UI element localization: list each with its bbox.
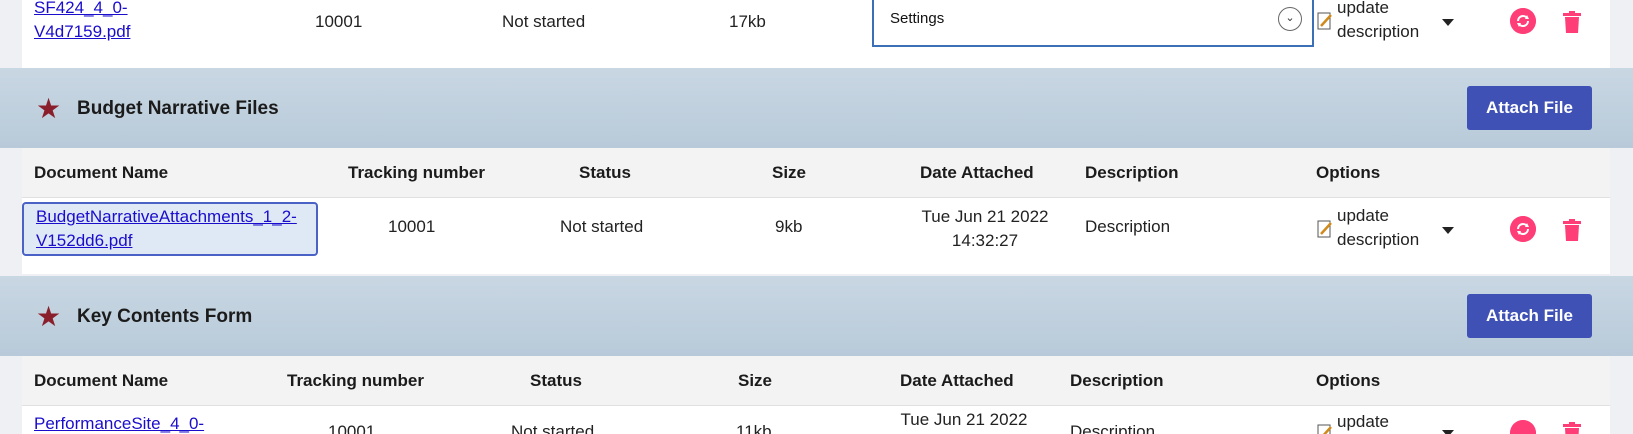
document-link-line1: BudgetNarrativeAttachments_1_2- — [36, 207, 297, 226]
option-label-line1: update — [1337, 206, 1389, 225]
column-header-tracking-number[interactable]: Tracking number — [287, 371, 424, 391]
column-header-size[interactable]: Size — [772, 163, 806, 183]
file-size: 11kb — [736, 422, 772, 434]
column-header-description[interactable]: Description — [1070, 371, 1164, 391]
document-link[interactable]: SF424_4_0- V4d7159.pdf — [34, 0, 130, 44]
edit-icon — [1317, 220, 1332, 238]
file-size: 17kb — [729, 12, 766, 31]
update-description-option[interactable]: update description — [1337, 204, 1419, 252]
status-text: Not started — [511, 422, 595, 434]
update-description-option[interactable]: update — [1337, 410, 1389, 434]
column-header-options: Options — [1316, 371, 1381, 390]
column-header-size[interactable]: Size — [738, 371, 772, 391]
column-header-status[interactable]: Status — [530, 371, 582, 391]
description-select[interactable]: Settings ⌄ — [872, 0, 1314, 47]
required-star-icon: ★ — [36, 93, 62, 124]
refresh-icon[interactable] — [1510, 216, 1536, 242]
document-link-line1: SF424_4_0- — [34, 0, 128, 17]
refresh-icon[interactable] — [1510, 420, 1536, 434]
date-line2: 14:32:27 — [951, 231, 1019, 250]
section-header-key-contents: ★ Key Contents Form Attach File — [0, 276, 1633, 356]
column-header-status[interactable]: Status — [579, 163, 631, 183]
column-header-options: Options — [1316, 163, 1381, 182]
trash-icon[interactable] — [1563, 219, 1581, 241]
column-header-date-attached[interactable]: Date Attached — [920, 163, 1034, 183]
tracking-number: 10001 — [388, 217, 436, 236]
attach-file-button[interactable]: Attach File — [1467, 86, 1592, 130]
option-label-line2: description — [1337, 230, 1420, 249]
date-attached: Tue Jun 21 2022 14:32:27 — [910, 205, 1060, 253]
table-row: BudgetNarrativeAttachments_1_2- V152dd6.… — [22, 198, 1610, 274]
status-text: Not started — [502, 12, 586, 31]
column-header-tracking-number[interactable]: Tracking number — [348, 163, 485, 183]
document-link-line2: V4d7159.pdf — [34, 22, 131, 41]
update-description-option[interactable]: update description — [1337, 0, 1419, 44]
description-text: Description — [1085, 217, 1171, 236]
column-header-document-name[interactable]: Document Name — [34, 163, 168, 183]
date-attached: Tue Jun 21 2022 — [900, 410, 1028, 429]
caret-down-icon[interactable] — [1442, 227, 1454, 234]
caret-down-icon[interactable] — [1442, 19, 1454, 26]
table-row: SF424_4_0- V4d7159.pdf 10001 Not started… — [22, 0, 1610, 68]
section-header-budget: ★ Budget Narrative Files Attach File — [0, 68, 1633, 148]
option-label-line2: description — [1337, 22, 1420, 41]
date-line1: Tue Jun 21 2022 — [921, 207, 1049, 226]
attach-file-button[interactable]: Attach File — [1467, 294, 1592, 338]
description-text: Description — [1070, 422, 1156, 434]
column-header-document-name[interactable]: Document Name — [34, 371, 168, 391]
caret-down-icon[interactable] — [1442, 430, 1454, 434]
column-header-description[interactable]: Description — [1085, 163, 1179, 183]
column-header-date-attached[interactable]: Date Attached — [900, 371, 1014, 391]
table-header: Document Name Tracking number Status Siz… — [22, 356, 1610, 406]
table-header: Document Name Tracking number Status Siz… — [22, 148, 1610, 198]
document-link[interactable]: PerformanceSite_4_0- — [34, 412, 204, 434]
edit-icon — [1317, 424, 1332, 434]
required-star-icon: ★ — [36, 301, 62, 332]
status-text: Not started — [560, 217, 644, 236]
trash-icon[interactable] — [1563, 422, 1581, 434]
section-title: Budget Narrative Files — [77, 98, 279, 119]
section-title: Key Contents Form — [77, 306, 253, 327]
tracking-number: 10001 — [315, 12, 363, 31]
table-row: PerformanceSite_4_0- 10001 Not started 1… — [22, 406, 1610, 434]
description-select-value: Settings — [890, 10, 945, 27]
chevron-down-icon[interactable]: ⌄ — [1278, 7, 1302, 31]
file-size: 9kb — [775, 217, 803, 236]
tracking-number: 10001 — [328, 422, 376, 434]
document-link[interactable]: BudgetNarrativeAttachments_1_2- V152dd6.… — [36, 205, 297, 253]
attachments-page: SF424_4_0- V4d7159.pdf 10001 Not started… — [0, 0, 1633, 434]
trash-icon[interactable] — [1563, 11, 1581, 33]
edit-icon — [1317, 12, 1332, 30]
refresh-icon[interactable] — [1510, 8, 1536, 34]
document-link-line2: V152dd6.pdf — [36, 231, 133, 250]
option-label-line1: update — [1337, 0, 1389, 17]
